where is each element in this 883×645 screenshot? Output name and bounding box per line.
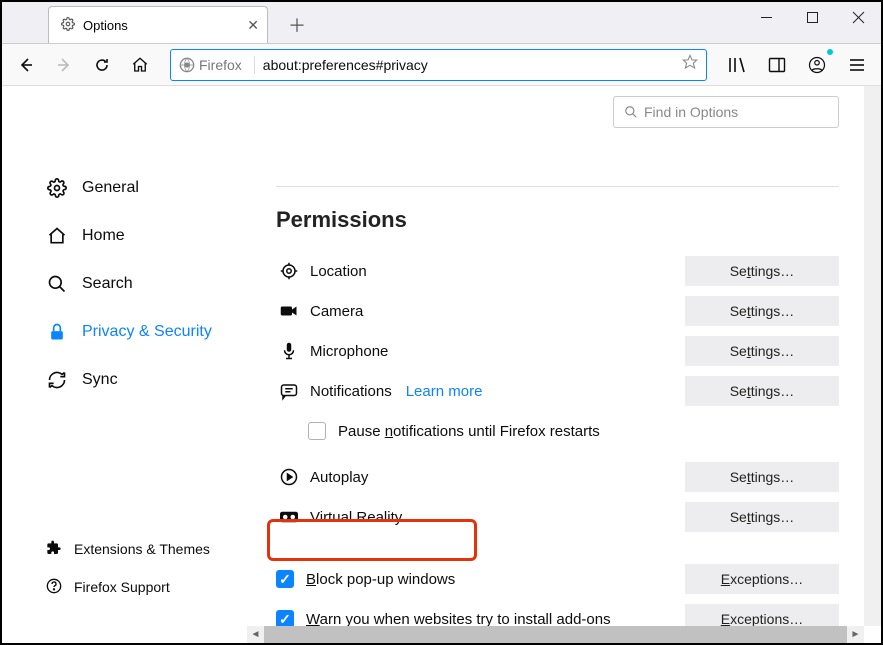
sidebars-button[interactable] xyxy=(763,51,791,79)
horizontal-scrollbar-thumb[interactable] xyxy=(264,626,847,643)
sidebar-item-sync[interactable]: Sync xyxy=(46,356,252,404)
tab-title: Options xyxy=(83,18,247,33)
sidebar-label: Search xyxy=(82,275,133,293)
home-icon xyxy=(46,226,68,246)
content: General Home Search Privacy & Security S… xyxy=(2,86,881,626)
block-popups-checkbox[interactable] xyxy=(276,570,294,588)
close-tab-icon[interactable]: ✕ xyxy=(247,17,259,34)
preferences-sidebar: General Home Search Privacy & Security S… xyxy=(2,86,252,626)
perm-label: Camera xyxy=(310,303,363,320)
sidebar-item-privacy[interactable]: Privacy & Security xyxy=(46,308,252,356)
profile-button[interactable] xyxy=(803,51,831,79)
toolbar: Firefox xyxy=(2,44,881,86)
perm-label: Notifications xyxy=(310,383,392,400)
url-input[interactable] xyxy=(263,57,682,73)
forward-button[interactable] xyxy=(50,51,78,79)
close-window-button[interactable] xyxy=(835,2,881,32)
perm-row-microphone: Microphone Settings… xyxy=(276,331,839,371)
search-icon xyxy=(624,105,638,119)
warn-install-checkbox[interactable] xyxy=(276,610,294,626)
camera-icon xyxy=(276,304,302,318)
settings-button-camera[interactable]: Settings… xyxy=(685,296,839,326)
bookmark-star-icon[interactable] xyxy=(682,54,698,75)
exceptions-button-popups[interactable]: Exceptions… xyxy=(685,564,839,594)
reload-button[interactable] xyxy=(88,51,116,79)
vr-icon xyxy=(276,511,302,523)
lock-icon xyxy=(46,322,68,342)
sidebar-label: General xyxy=(82,179,139,197)
notifications-icon xyxy=(276,383,302,399)
titlebar: Options ✕ ＋ xyxy=(2,2,881,44)
minimize-button[interactable] xyxy=(743,2,789,32)
settings-button-autoplay[interactable]: Settings… xyxy=(685,462,839,492)
sync-icon xyxy=(46,370,68,390)
menu-button[interactable] xyxy=(843,51,871,79)
warn-install-row: Warn you when websites try to install ad… xyxy=(276,599,839,626)
perm-label: Autoplay xyxy=(310,469,368,486)
find-placeholder: Find in Options xyxy=(644,104,738,120)
extensions-link[interactable]: Extensions & Themes xyxy=(46,530,210,568)
microphone-icon xyxy=(276,342,302,360)
new-tab-button[interactable]: ＋ xyxy=(283,11,311,39)
sidebar-item-general[interactable]: General xyxy=(46,164,252,212)
find-in-options[interactable]: Find in Options xyxy=(613,96,839,128)
perm-label: Virtual Reality xyxy=(310,509,402,526)
back-button[interactable] xyxy=(12,51,40,79)
learn-more-link[interactable]: Learn more xyxy=(406,383,483,400)
library-button[interactable] xyxy=(723,51,751,79)
exceptions-button-install[interactable]: Exceptions… xyxy=(685,604,839,626)
autoplay-icon xyxy=(276,468,302,486)
perm-row-location: Location Settings… xyxy=(276,251,839,291)
url-bar[interactable]: Firefox xyxy=(170,49,707,81)
maximize-button[interactable] xyxy=(789,2,835,32)
sidebar-item-search[interactable]: Search xyxy=(46,260,252,308)
location-icon xyxy=(276,262,302,280)
settings-button-location[interactable]: Settings… xyxy=(685,256,839,286)
settings-button-vr[interactable]: Settings… xyxy=(685,502,839,532)
perm-row-notifications: Notifications Learn more Settings… xyxy=(276,371,839,411)
browser-tab[interactable]: Options ✕ xyxy=(48,6,268,43)
puzzle-icon xyxy=(46,540,62,559)
support-link[interactable]: Firefox Support xyxy=(46,568,210,606)
perm-label: Microphone xyxy=(310,343,388,360)
sidebar-label: Privacy & Security xyxy=(82,323,212,341)
perm-row-autoplay: Autoplay Settings… xyxy=(276,457,839,497)
warn-install-label: Warn you when websites try to install ad… xyxy=(306,611,611,627)
pause-notifications-checkbox[interactable] xyxy=(308,422,326,440)
gear-icon xyxy=(46,178,68,198)
identity-text: Firefox xyxy=(199,57,242,73)
home-button[interactable] xyxy=(126,51,154,79)
perm-label: Location xyxy=(310,263,367,280)
block-popups-label: Block pop-up windows xyxy=(306,571,455,588)
help-icon xyxy=(46,578,62,597)
pause-notifications-row: Pause notifications until Firefox restar… xyxy=(308,411,839,451)
link-label: Firefox Support xyxy=(74,579,170,595)
identity-box[interactable]: Firefox xyxy=(179,57,242,73)
scroll-right-arrow[interactable]: ► xyxy=(847,626,864,643)
pause-label: Pause notifications until Firefox restar… xyxy=(338,423,600,440)
sidebar-label: Sync xyxy=(82,371,118,389)
search-icon xyxy=(46,274,68,294)
horizontal-scrollbar[interactable]: ◄ ► xyxy=(247,626,864,643)
sidebar-label: Home xyxy=(82,227,125,245)
sidebar-item-home[interactable]: Home xyxy=(46,212,252,260)
perm-row-vr: Virtual Reality Settings… xyxy=(276,497,839,537)
settings-button-microphone[interactable]: Settings… xyxy=(685,336,839,366)
vertical-scrollbar-thumb[interactable] xyxy=(864,386,881,506)
link-label: Extensions & Themes xyxy=(74,541,210,557)
perm-row-camera: Camera Settings… xyxy=(276,291,839,331)
settings-button-notifications[interactable]: Settings… xyxy=(685,376,839,406)
gear-icon xyxy=(61,17,75,34)
preferences-main: Find in Options Permissions Location Set… xyxy=(252,86,881,626)
block-popups-row: Block pop-up windows Exceptions… xyxy=(276,559,839,599)
scroll-left-arrow[interactable]: ◄ xyxy=(247,626,264,643)
section-heading: Permissions xyxy=(276,207,839,233)
